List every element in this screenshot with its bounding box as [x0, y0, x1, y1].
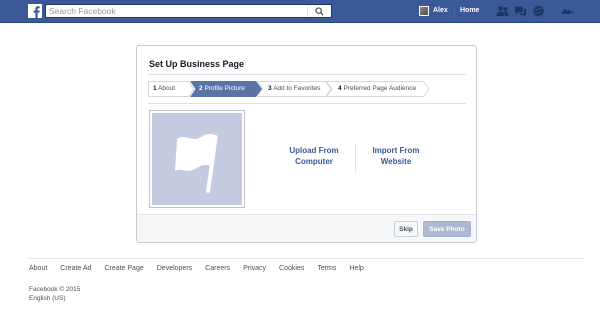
skip-button[interactable]: Skip — [394, 221, 418, 237]
footer-links: About Create Ad Create Page Developers C… — [29, 265, 377, 272]
title-divider — [148, 74, 466, 75]
footer-link-cookies[interactable]: Cookies — [279, 265, 304, 272]
search-input[interactable] — [49, 5, 299, 17]
language-link[interactable]: English (US) — [29, 295, 65, 302]
footer-link-terms[interactable]: Terms — [317, 265, 336, 272]
step-label: Preferred Page Audience — [343, 85, 417, 92]
search-icon — [315, 6, 324, 16]
step-label: Profile Picture — [204, 85, 245, 92]
footer-link-privacy[interactable]: Privacy — [243, 265, 266, 272]
import-from-website-link[interactable]: Import From Website — [365, 145, 427, 167]
step-preferred-page-audience[interactable]: 4 Preferred Page Audience — [326, 81, 430, 97]
step-label: Add to Favorites — [273, 85, 321, 92]
flag-icon — [175, 133, 218, 193]
steps-divider — [148, 103, 466, 104]
footer-link-create-page[interactable]: Create Page — [104, 265, 143, 272]
step-add-to-favorites[interactable]: 3 Add to Favorites — [257, 81, 332, 97]
search-box — [45, 4, 332, 18]
notifications-icon[interactable] — [532, 5, 545, 17]
footer-link-careers[interactable]: Careers — [205, 265, 230, 272]
options-divider — [355, 143, 356, 172]
dialog-title: Set Up Business Page — [149, 59, 245, 69]
profile-name-link[interactable]: Alex — [433, 7, 448, 14]
footer-link-create-ad[interactable]: Create Ad — [60, 265, 91, 272]
step-number: 1 — [153, 85, 157, 92]
step-number: 3 — [268, 85, 272, 92]
top-navigation-bar: Alex Home — [0, 0, 600, 23]
step-label: About — [158, 85, 176, 92]
footer-link-developers[interactable]: Developers — [157, 265, 192, 272]
footer-link-help[interactable]: Help — [349, 265, 363, 272]
profile-picture-placeholder — [149, 110, 245, 208]
footer-link-about[interactable]: About — [29, 265, 47, 272]
step-number: 2 — [199, 85, 203, 92]
search-button[interactable] — [307, 5, 331, 17]
copyright-text: Facebook © 2015 — [29, 286, 81, 293]
step-number: 4 — [338, 85, 342, 92]
step-profile-picture[interactable]: 2 Profile Picture — [190, 81, 263, 97]
setup-business-page-dialog: Set Up Business Page 1 About 2 Profile P… — [136, 45, 477, 243]
facebook-logo-icon[interactable] — [28, 4, 42, 18]
upload-label-line1: Upload From — [289, 146, 339, 155]
import-label-line2: Website — [380, 157, 412, 166]
home-link[interactable]: Home — [460, 7, 479, 14]
settings-caret-icon[interactable] — [560, 5, 574, 17]
save-photo-button[interactable]: Save Photo — [423, 221, 471, 237]
messages-icon[interactable] — [514, 5, 527, 17]
setup-steps: 1 About 2 Profile Picture 3 Add to Favor… — [148, 81, 466, 97]
footer-divider — [28, 258, 585, 259]
upload-from-computer-link[interactable]: Upload From Computer — [284, 145, 344, 167]
friend-requests-icon[interactable] — [496, 5, 509, 17]
nav-divider — [454, 6, 455, 17]
step-about[interactable]: 1 About — [148, 81, 195, 97]
upload-label-line2: Computer — [295, 157, 333, 166]
import-label-line1: Import From — [372, 146, 420, 155]
dialog-footer: Skip Save Photo — [137, 214, 476, 242]
avatar[interactable] — [419, 6, 429, 16]
